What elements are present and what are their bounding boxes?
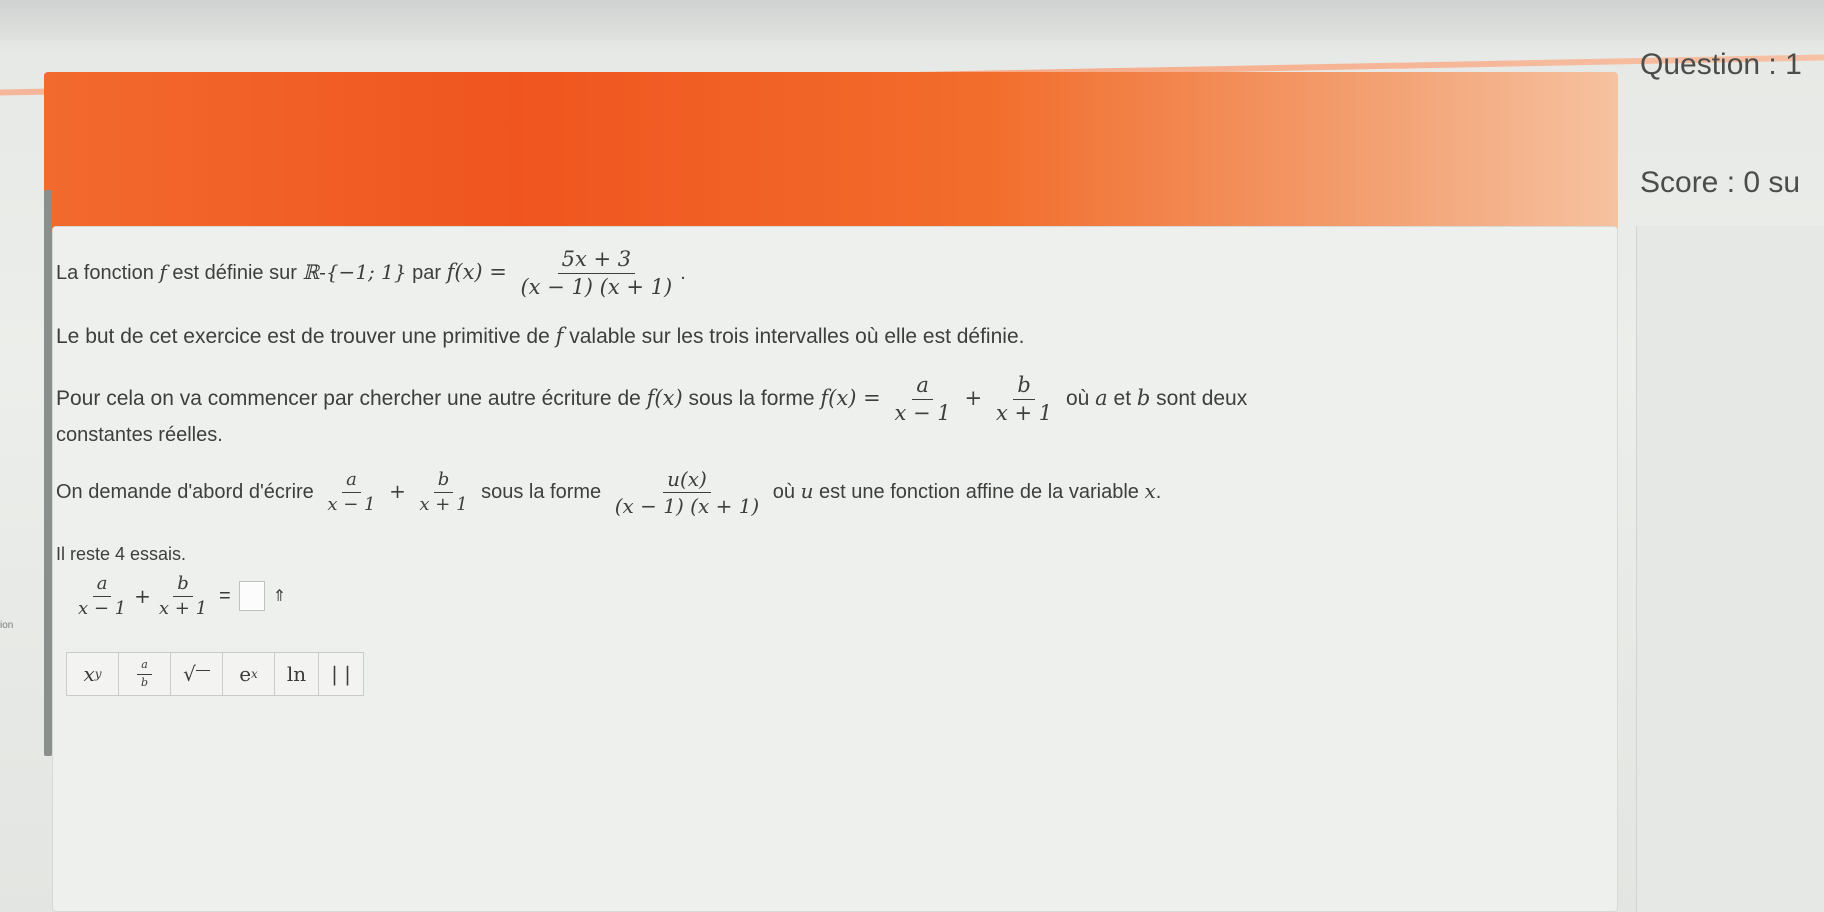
exp-exponent: x [251,667,258,681]
text-segment: sous la forme [475,480,607,503]
math-domain: ℝ-{−1; 1} [302,259,407,284]
exp-base: e [239,662,252,686]
right-panel [1636,226,1824,912]
fraction-numerator: b [173,574,193,597]
toggle-keyboard-icon[interactable]: ⇑ [273,586,286,606]
fraction-denominator: x + 1 [158,597,208,619]
fraction-numerator: a [92,574,112,597]
text-segment: est une fonction affine de la variable [813,480,1145,503]
fraction-b: bx + 1 [155,574,211,619]
fraction-a: ax − 1 [891,373,955,426]
line-goal: Le but de cet exercice est de trouver un… [56,324,1024,349]
plus-sign: + [389,478,406,503]
math-a: a [1095,386,1108,411]
fraction-denominator: x + 1 [995,401,1053,426]
exp-button[interactable]: ex [223,653,275,695]
left-scroll-bar[interactable] [44,190,52,756]
text-segment: . [680,261,686,284]
fraction-denominator: x + 1 [419,494,468,515]
text-segment: La fonction [56,261,160,284]
fraction-b: bx + 1 [415,470,471,515]
plus-sign: + [964,386,983,411]
fraction-f: 5x + 3 (x − 1) (x + 1) [516,247,676,300]
fraction-denominator: (x − 1) (x + 1) [520,275,673,300]
power-base: x [83,662,95,686]
power-exponent: y [94,667,102,681]
line-form: Pour cela on va commencer par chercher u… [56,373,1248,426]
text-segment: . [1155,480,1162,503]
answer-row: ax − 1 + bx + 1 = ⇑ [70,574,286,619]
plus-sign: + [134,584,151,609]
fraction-button[interactable]: ab [119,653,171,695]
fraction-denominator: x − 1 [327,494,376,515]
fraction-numerator: a [912,373,933,401]
fraction-denominator: b [140,675,149,689]
text-segment: Le but de cet exercice est de trouver un… [56,325,556,348]
fraction-numerator: a [342,470,361,493]
attempts-left: Il reste 4 essais. [56,544,187,564]
math-x: x [1144,478,1156,503]
sqrt-bar [195,669,210,671]
fraction-denominator: x − 1 [78,597,127,619]
math-f: f [159,259,167,284]
text-segment: où [1060,387,1096,411]
fraction-numerator: u(x) [663,468,711,493]
text-segment: On demande d'abord d'écrire [56,480,320,503]
side-note: ion [0,620,14,631]
text-segment: constantes réelles. [56,424,223,446]
math-fx: f(x) = [820,386,881,411]
question-label: Question : 1 [1640,48,1802,81]
fraction-u: u(x) (x − 1) (x + 1) [611,468,764,517]
fraction-denominator: (x − 1) (x + 1) [614,494,760,518]
fraction-numerator: a [137,659,152,675]
header-banner [44,72,1618,236]
math-b: b [1136,386,1151,411]
text-segment: valable sur les trois intervalles où ell… [563,325,1025,348]
math-fx: f(x) = [446,259,507,284]
text-segment: par [406,261,447,284]
math-toolbar: xy ab √ ex ln | | [66,652,364,696]
ln-button[interactable]: ln [275,653,319,695]
fraction-numerator: b [1013,373,1035,401]
score-label: Score : 0 su [1640,166,1801,199]
answer-input[interactable] [238,581,265,612]
fraction-numerator: b [433,470,454,493]
text-segment: sous la forme [682,387,821,411]
fraction-denominator: x − 1 [894,401,951,426]
line-constants: constantes réelles. [56,424,223,447]
math-u: u [800,478,814,503]
math-fx: f(x) [646,386,683,411]
browser-top-strip [0,0,1824,40]
text-segment: et [1107,387,1137,411]
sqrt-icon: √ [183,662,196,686]
abs-button[interactable]: | | [319,653,363,695]
fraction-a: ax − 1 [74,574,130,619]
equals-sign: = [219,584,231,607]
line-definition: La fonction f est définie sur ℝ-{−1; 1} … [56,247,686,300]
line-request: On demande d'abord d'écrire ax − 1 + bx … [56,468,1161,517]
abs-label: | | [331,662,351,686]
text-segment: est définie sur [166,261,303,284]
fraction-b: bx + 1 [992,373,1056,426]
fraction-a: ax − 1 [323,470,379,515]
fraction-numerator: 5x + 3 [557,247,636,275]
power-button[interactable]: xy [67,653,119,695]
ln-label: ln [286,662,307,686]
sqrt-button[interactable]: √ [171,653,223,695]
text-segment: où [767,480,801,503]
text-segment: sont deux [1150,387,1248,411]
text-segment: Pour cela on va commencer par chercher u… [56,387,647,411]
fraction-icon: ab [137,659,152,688]
